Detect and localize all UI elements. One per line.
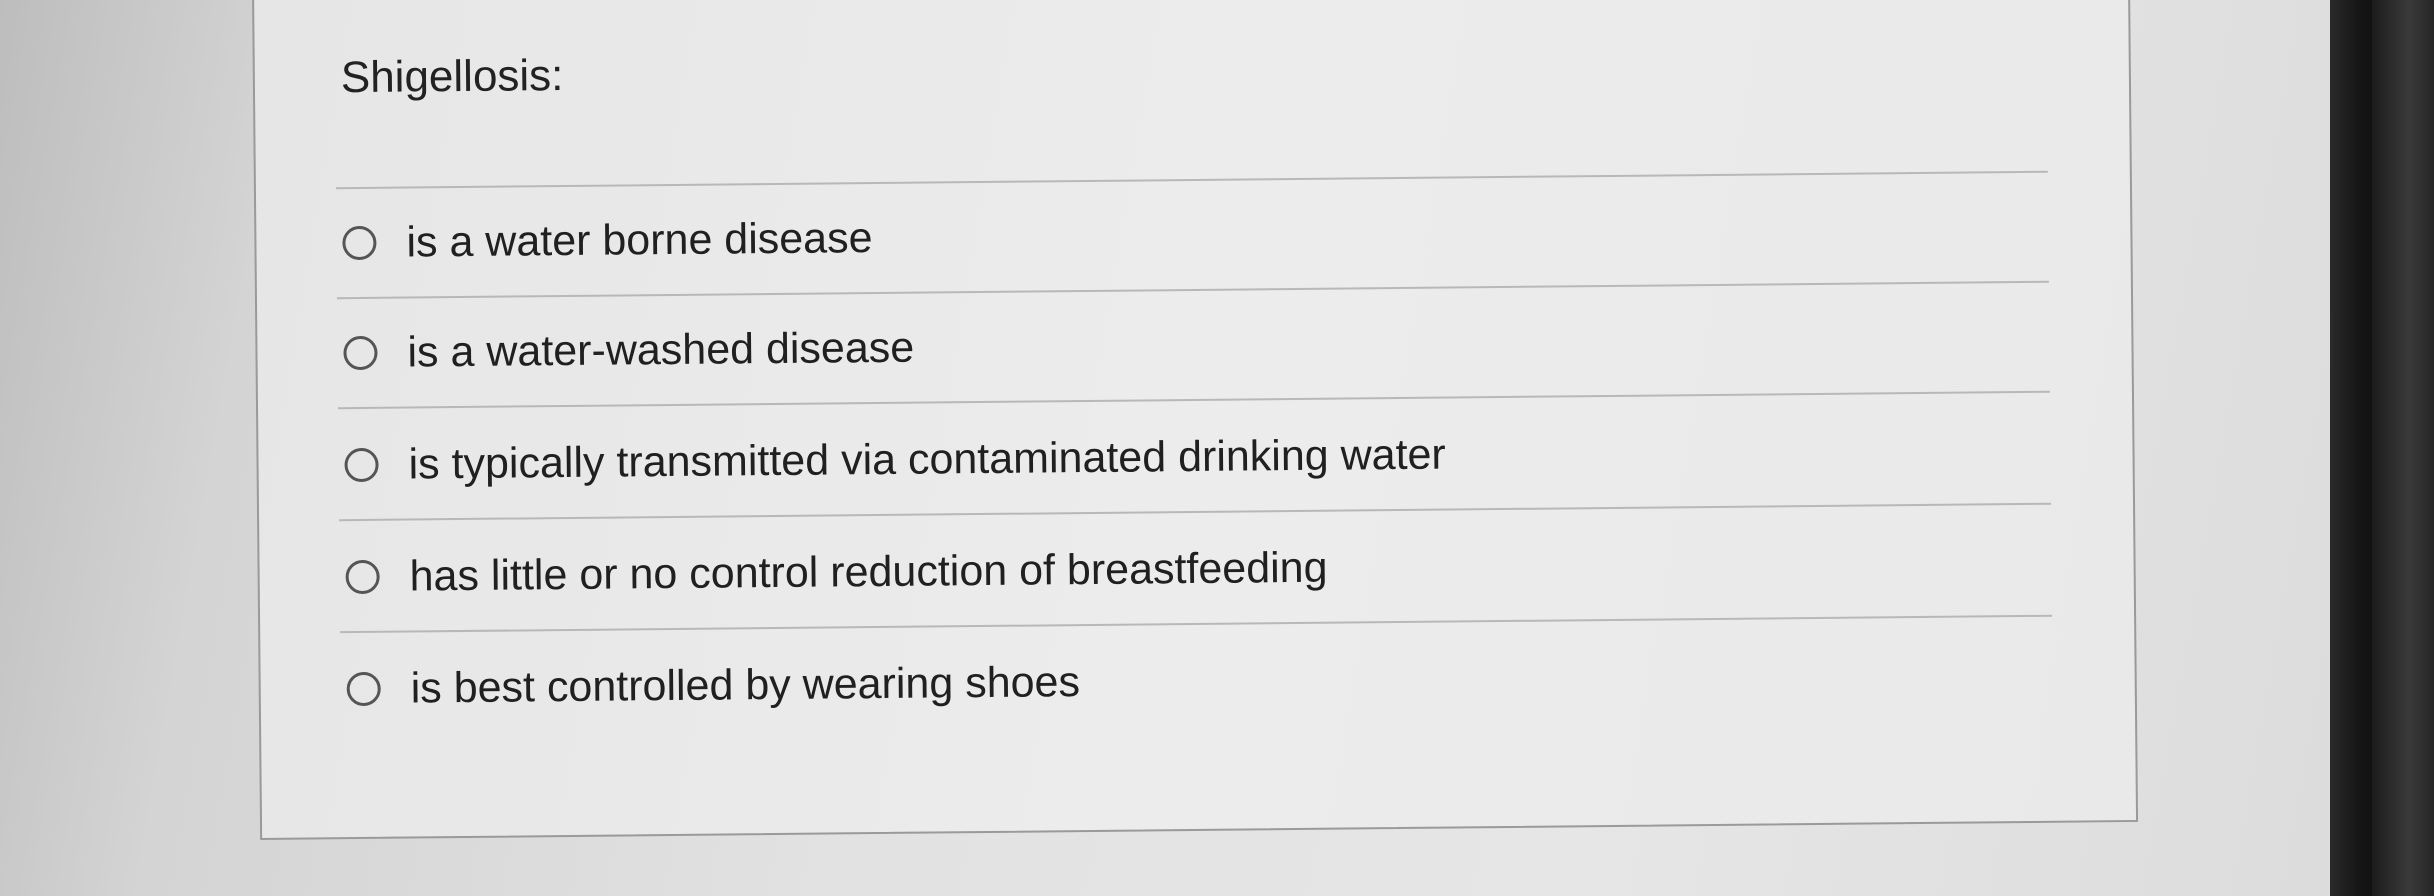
- option-label: is typically transmitted via contaminate…: [408, 430, 1446, 489]
- divider: [340, 614, 2053, 634]
- divider: [338, 390, 2050, 410]
- question-card: Shigellosis: is a water borne disease is…: [252, 0, 2139, 840]
- option-label: is best controlled by wearing shoes: [410, 657, 1081, 713]
- radio-button[interactable]: [343, 335, 378, 371]
- answer-option-3[interactable]: is typically transmitted via contaminate…: [344, 425, 1446, 496]
- radio-button[interactable]: [345, 559, 380, 595]
- answer-option-2[interactable]: is a water-washed disease: [343, 318, 914, 383]
- option-label: is a water-washed disease: [407, 323, 915, 377]
- divider: [335, 170, 2048, 190]
- divider: [339, 502, 2052, 522]
- radio-button[interactable]: [346, 671, 381, 707]
- answer-option-5[interactable]: is best controlled by wearing shoes: [346, 652, 1080, 719]
- answer-option-1[interactable]: is a water borne disease: [342, 208, 873, 273]
- option-label: is a water borne disease: [406, 213, 873, 267]
- monitor-bezel-edge: [2372, 0, 2434, 896]
- radio-button[interactable]: [342, 225, 377, 261]
- radio-button[interactable]: [344, 447, 379, 483]
- answer-option-4[interactable]: has little or no control reduction of br…: [345, 538, 1328, 607]
- option-label: has little or no control reduction of br…: [409, 543, 1328, 601]
- question-text: Shigellosis:: [340, 51, 564, 103]
- divider: [336, 280, 2049, 300]
